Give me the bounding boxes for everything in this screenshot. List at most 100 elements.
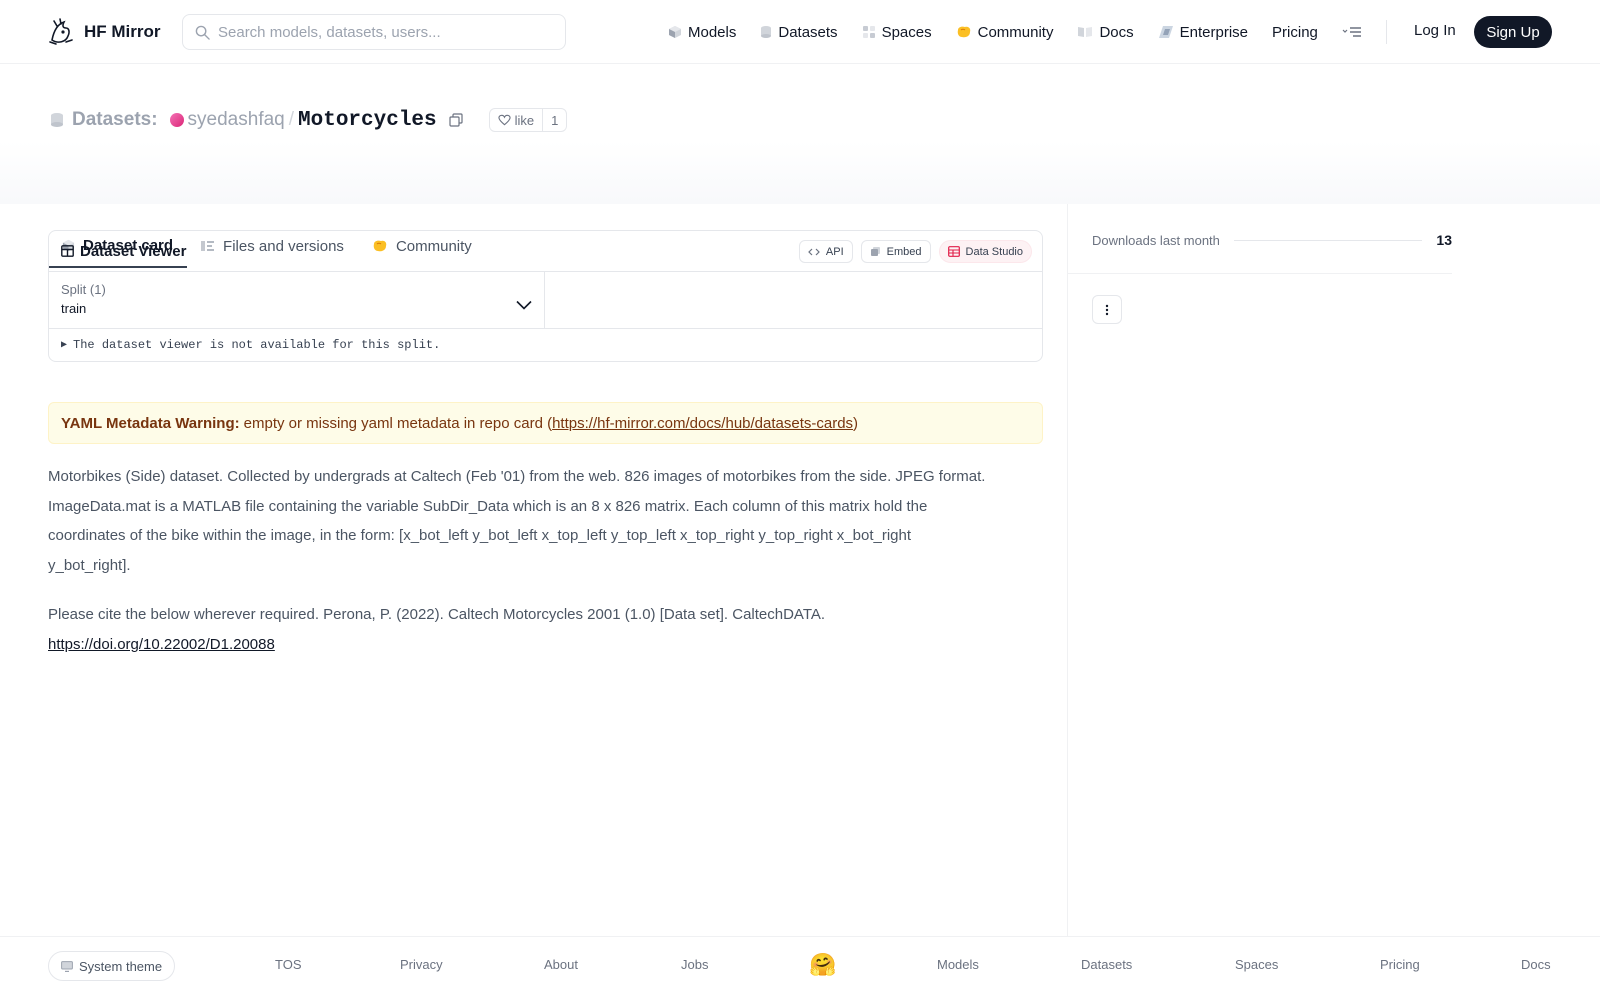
yaml-metadata-warning: YAML Metadata Warning: empty or missing …	[48, 402, 1043, 444]
downloads-sparkline	[1233, 239, 1423, 241]
dataset-viewer-title: Dataset Viewer	[61, 243, 186, 260]
top-navigation: HF Mirror Models Datasets Spaces Communi…	[0, 0, 1600, 64]
nav-pricing-label: Pricing	[1272, 23, 1318, 41]
warning-label: YAML Metadata Warning:	[61, 414, 240, 432]
like-count[interactable]: 1	[542, 109, 566, 131]
heart-icon	[498, 114, 511, 126]
nav-community-label: Community	[977, 23, 1054, 41]
card-citation: Please cite the below wherever required.…	[48, 600, 988, 659]
nav-enterprise-label: Enterprise	[1179, 23, 1249, 41]
page-footer: System theme TOS Privacy About Jobs 🤗 Mo…	[0, 936, 1600, 1000]
copy-icon	[449, 113, 463, 127]
footer-link-privacy[interactable]: Privacy	[400, 957, 443, 972]
expand-caret-icon: ▶	[61, 340, 68, 351]
mirror-logo-icon	[49, 18, 73, 45]
viewer-actions: API Embed Data Studio	[798, 240, 1032, 263]
nav-models-label: Models	[688, 23, 737, 41]
brand-logo-link[interactable]: HF Mirror	[48, 18, 161, 46]
kebab-menu-icon	[1105, 304, 1109, 315]
datasets-cards-docs-link[interactable]: https://hf-mirror.com/docs/hub/datasets-…	[552, 415, 853, 432]
split-selector[interactable]: Split (1) train	[49, 272, 545, 328]
section-label: Datasets:	[72, 109, 158, 130]
split-value: train	[61, 301, 87, 316]
nav-community[interactable]: Community	[956, 18, 1054, 46]
more-options-button[interactable]	[1092, 295, 1122, 324]
dataset-viewer-header: Dataset Viewer API Embed Data Studio	[49, 231, 1042, 272]
citation-text: Please cite the below wherever required.…	[48, 606, 826, 623]
split-row: Split (1) train	[49, 272, 1042, 329]
dataset-card-content: Dataset Viewer API Embed Data Studio Spl…	[48, 230, 1043, 659]
nav-spaces-label: Spaces	[881, 23, 932, 41]
nav-enterprise[interactable]: Enterprise	[1158, 18, 1248, 46]
community-icon	[957, 26, 970, 38]
repo-breadcrumb: Datasets: syedashfaq / Motorcycles like …	[50, 104, 568, 136]
dataset-icon	[51, 113, 63, 127]
api-label: API	[825, 245, 844, 258]
sidebar-divider	[1068, 273, 1452, 274]
repo-sidebar: Downloads last month 13	[1067, 204, 1600, 936]
embed-label: Embed	[886, 245, 922, 258]
downloads-value: 13	[1436, 232, 1452, 248]
data-studio-button[interactable]: Data Studio	[938, 240, 1032, 263]
nav-docs[interactable]: Docs	[1077, 18, 1134, 46]
nav-divider	[1385, 20, 1387, 44]
code-icon	[808, 248, 820, 255]
embed-icon	[870, 247, 880, 256]
viewer-unavailable-note[interactable]: ▶ The dataset viewer is not available fo…	[49, 329, 1042, 361]
nav-datasets[interactable]: Datasets	[760, 18, 838, 46]
footer-link-about[interactable]: About	[544, 957, 578, 972]
search-icon	[195, 25, 210, 40]
more-menu-button[interactable]	[1342, 18, 1362, 46]
models-icon	[669, 26, 681, 38]
footer-link-spaces[interactable]: Spaces	[1235, 957, 1278, 972]
footer-link-docs[interactable]: Docs	[1521, 957, 1551, 972]
theme-toggle-button[interactable]: System theme	[48, 951, 176, 981]
hugging-face-icon[interactable]: 🤗	[809, 952, 836, 978]
docs-icon	[1078, 27, 1093, 37]
downloads-label: Downloads last month	[1092, 232, 1220, 248]
api-button[interactable]: API	[798, 240, 853, 263]
datasets-icon	[761, 26, 772, 38]
data-studio-label: Data Studio	[965, 245, 1023, 258]
nav-spaces[interactable]: Spaces	[862, 18, 932, 46]
search-input[interactable]	[218, 23, 548, 41]
footer-link-models[interactable]: Models	[937, 957, 979, 972]
like-label: like	[514, 112, 535, 128]
footer-link-tos[interactable]: TOS	[275, 957, 302, 972]
signup-button[interactable]: Sign Up	[1474, 16, 1552, 48]
owner-avatar	[169, 113, 184, 127]
footer-link-pricing[interactable]: Pricing	[1380, 957, 1420, 972]
like-button[interactable]: like	[490, 109, 543, 131]
theme-label: System theme	[79, 958, 163, 974]
enterprise-icon	[1158, 26, 1173, 38]
repo-name-link[interactable]: Motorcycles	[298, 109, 437, 132]
doi-link[interactable]: https://doi.org/10.22002/D1.20088	[48, 636, 275, 653]
footer-link-datasets[interactable]: Datasets	[1081, 957, 1132, 972]
warning-text: empty or missing yaml metadata in repo c…	[243, 414, 553, 432]
nav-models[interactable]: Models	[668, 18, 736, 46]
search-box[interactable]	[182, 14, 566, 50]
copy-button[interactable]	[449, 113, 463, 127]
owner-link[interactable]: syedashfaq	[188, 109, 285, 131]
card-description: Motorbikes (Side) dataset. Collected by …	[48, 468, 986, 574]
split-label: Split (1)	[61, 282, 106, 297]
nav-pricing[interactable]: Pricing	[1272, 18, 1318, 46]
dataset-viewer: Dataset Viewer API Embed Data Studio Spl…	[48, 230, 1043, 362]
viewer-note-text: The dataset viewer is not available for …	[73, 338, 441, 352]
spaces-icon	[862, 26, 875, 38]
data-studio-icon	[947, 246, 960, 257]
dataset-viewer-title-text: Dataset Viewer	[80, 242, 187, 260]
monitor-icon	[61, 960, 73, 972]
warning-close-paren: )	[853, 414, 859, 432]
footer-link-jobs[interactable]: Jobs	[681, 957, 708, 972]
nav-docs-label: Docs	[1099, 23, 1134, 41]
nav-datasets-label: Datasets	[778, 23, 838, 41]
more-menu-icon	[1342, 27, 1361, 37]
table-icon	[61, 245, 74, 257]
login-link[interactable]: Log In	[1414, 22, 1456, 39]
breadcrumb-separator: /	[288, 109, 295, 130]
downloads-stat: Downloads last month 13	[1092, 232, 1452, 248]
like-widget: like 1	[488, 108, 568, 132]
repo-header: Datasets: syedashfaq / Motorcycles like …	[0, 64, 1600, 268]
embed-button[interactable]: Embed	[860, 240, 931, 263]
